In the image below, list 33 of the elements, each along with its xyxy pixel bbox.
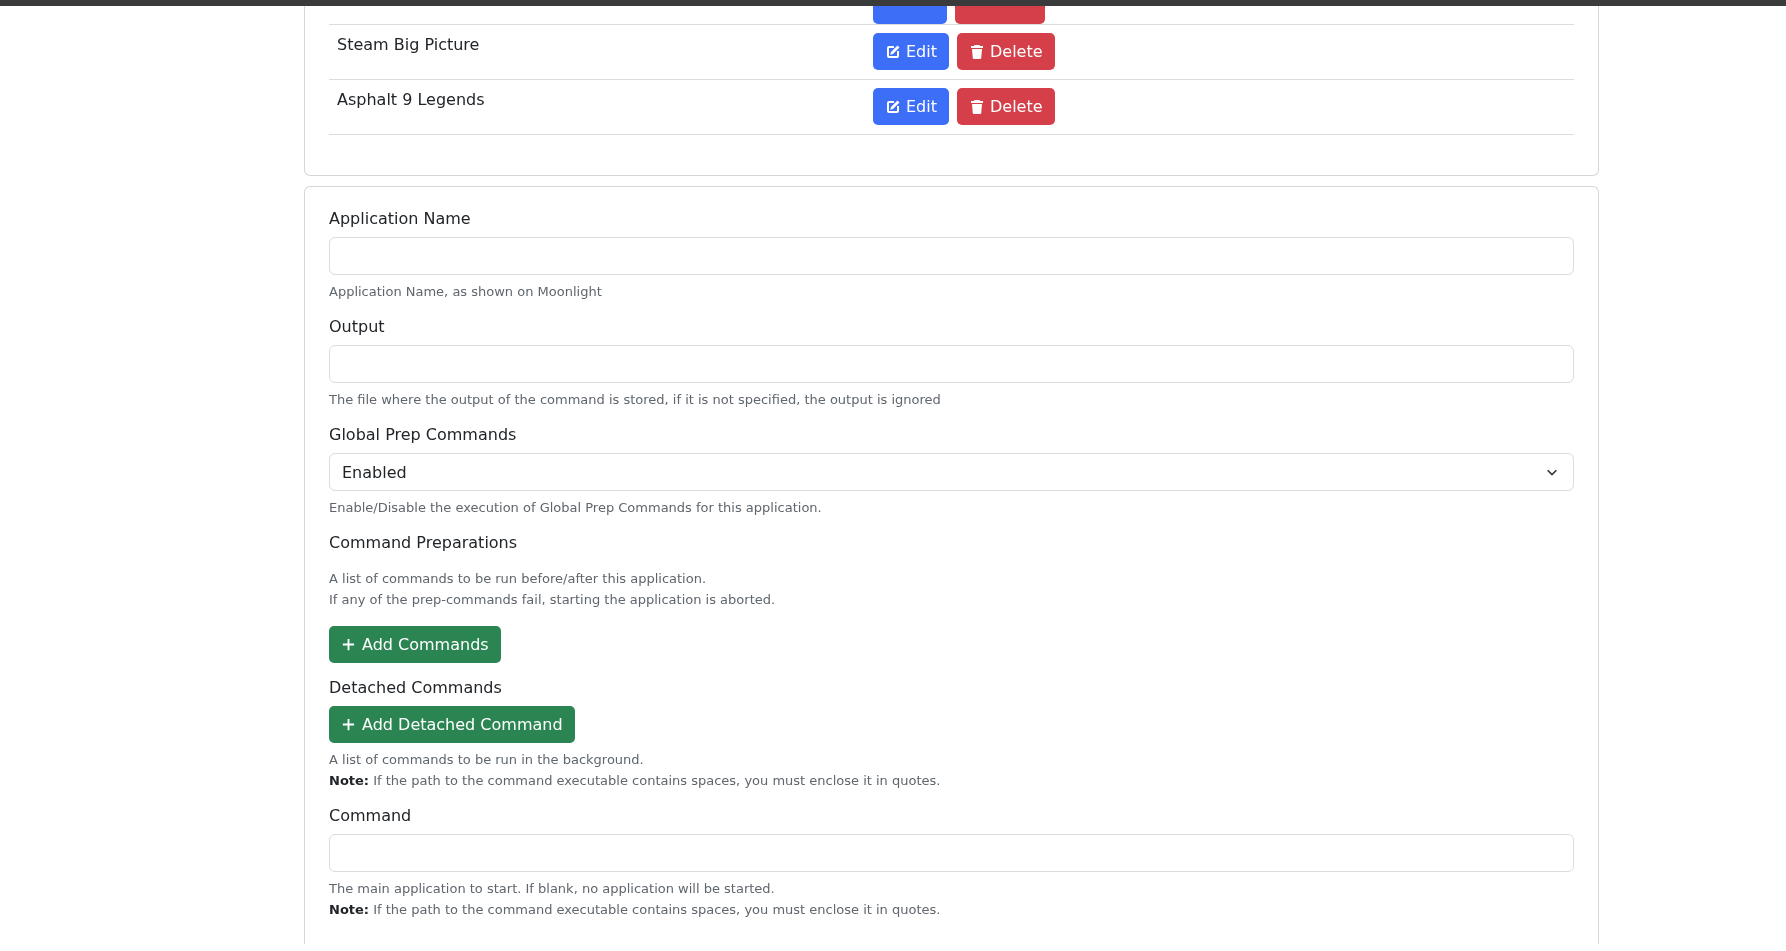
help-text: A list of commands to be run in the background. — [329, 751, 645, 769]
help-text: A list of commands to be run before/after this application. — [329, 570, 708, 588]
help-text: Note: If the path to the command executable contains spaces, you must enclose it in quotes. — [329, 901, 942, 919]
select-field[interactable]: Enabled — [329, 453, 1574, 491]
edit-button[interactable]: Edit — [873, 88, 949, 125]
edit-button[interactable]: Edit — [873, 33, 949, 70]
help-text: Enable/Disable the execution of Global Prep Commands for this application. — [329, 499, 823, 517]
plus-icon — [341, 717, 356, 732]
edit-icon — [885, 98, 901, 115]
field-label: Command Preparations — [329, 533, 519, 552]
input-field[interactable] — [329, 834, 1574, 872]
help-text: Note: If the path to the command executable contains spaces, you must enclose it in quotes. — [329, 772, 942, 790]
field-label: Global Prep Commands — [329, 425, 518, 444]
field-label: Application Name — [329, 209, 472, 228]
app-name: Asphalt 9 Legends — [336, 89, 486, 111]
delete-button[interactable]: Delete — [957, 88, 1055, 125]
trash-icon — [969, 98, 985, 115]
delete-button[interactable]: Delete — [957, 33, 1055, 70]
help-text: If any of the prep-commands fail, starting the application is aborted. — [329, 591, 777, 609]
field-label: Output — [329, 317, 386, 336]
trash-icon — [969, 43, 985, 60]
add-button[interactable]: Add Detached Command — [329, 706, 575, 743]
help-text: Application Name, as shown on Moonlight — [329, 283, 603, 301]
edit-icon — [885, 43, 901, 60]
add-button[interactable]: Add Commands — [329, 626, 501, 663]
field-label: Detached Commands — [329, 678, 503, 697]
field-label: Command — [329, 806, 413, 825]
input-field[interactable] — [329, 237, 1574, 275]
input-field[interactable] — [329, 345, 1574, 383]
plus-icon — [341, 637, 356, 652]
help-text: The file where the output of the command is stored, if it is not specified, the output is ignored — [329, 391, 942, 409]
app-name: Steam Big Picture — [336, 34, 481, 56]
help-text: The main application to start. If blank, no application will be started. — [329, 880, 776, 898]
